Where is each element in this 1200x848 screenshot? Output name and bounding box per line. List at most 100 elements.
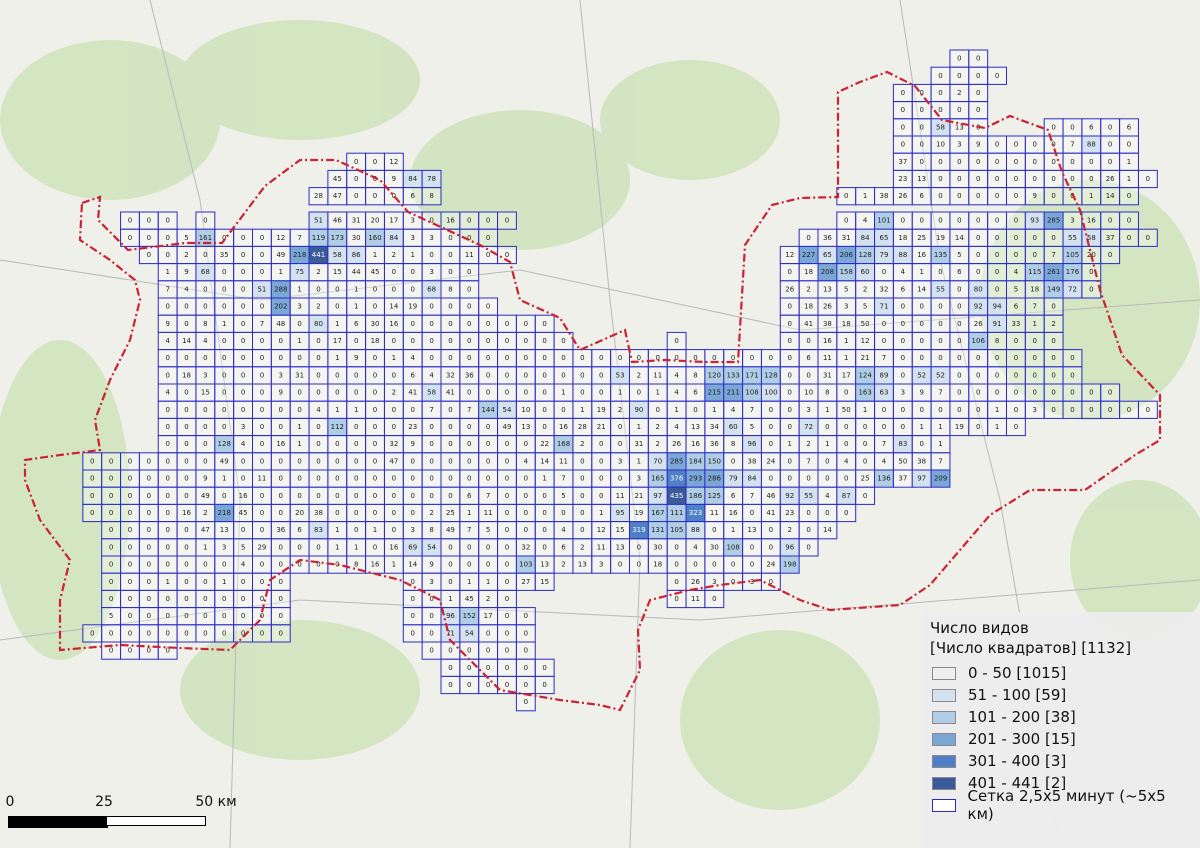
grid-cell[interactable]: 4 (817, 486, 838, 505)
grid-cell[interactable]: 124 (855, 366, 876, 385)
grid-cell[interactable]: 0 (1006, 135, 1026, 154)
grid-cell[interactable]: 7 (742, 400, 762, 419)
grid-cell[interactable]: 37 (892, 469, 913, 488)
grid-cell[interactable]: 60 (723, 417, 744, 437)
grid-cell[interactable]: 0 (176, 297, 197, 316)
grid-cell[interactable]: 1 (930, 417, 951, 437)
grid-cell[interactable]: 2 (176, 245, 197, 265)
grid-cell[interactable]: 1 (610, 383, 631, 402)
grid-cell[interactable]: 0 (138, 624, 159, 643)
grid-cell[interactable]: 9 (157, 314, 178, 333)
grid-cell[interactable]: 0 (742, 349, 762, 368)
grid-cell[interactable]: 0 (365, 435, 385, 454)
grid-cell[interactable]: 1 (1081, 187, 1102, 206)
grid-cell[interactable]: 0 (82, 503, 103, 523)
grid-cell[interactable]: 0 (421, 349, 442, 368)
grid-cell[interactable]: 0 (120, 452, 140, 471)
grid-cell[interactable]: 0 (798, 366, 819, 385)
grid-cell[interactable]: 0 (402, 452, 423, 471)
grid-cell[interactable]: 0 (421, 641, 442, 660)
grid-cell[interactable]: 13 (685, 417, 706, 437)
grid-cell[interactable]: 1 (987, 400, 1008, 419)
grid-cell[interactable]: 1 (383, 349, 404, 368)
grid-cell[interactable]: 7 (157, 280, 178, 299)
grid-cell[interactable]: 15 (195, 383, 216, 402)
grid-cell[interactable]: 0 (798, 538, 819, 557)
grid-cell[interactable]: 0 (666, 349, 687, 368)
grid-cell[interactable]: 0 (157, 607, 178, 626)
grid-cell[interactable]: 0 (1006, 228, 1026, 247)
grid-cell[interactable]: 0 (1006, 366, 1026, 385)
grid-cell[interactable]: 0 (892, 83, 913, 103)
grid-cell[interactable]: 14 (949, 228, 970, 247)
grid-cell[interactable]: 0 (949, 101, 970, 120)
grid-cell[interactable]: 0 (478, 366, 499, 385)
grid-cell[interactable]: 0 (930, 152, 951, 171)
grid-cell[interactable]: 218 (289, 245, 310, 265)
grid-cell[interactable]: 3 (233, 417, 253, 437)
grid-cell[interactable]: 0 (459, 263, 480, 282)
grid-cell[interactable]: 29 (252, 538, 272, 557)
grid-cell[interactable]: 0 (459, 211, 480, 230)
grid-cell[interactable]: 0 (289, 469, 310, 488)
grid-cell[interactable]: 12 (383, 152, 404, 171)
grid-cell[interactable]: 0 (704, 521, 725, 540)
grid-cell[interactable]: 1 (327, 400, 348, 419)
grid-cell[interactable]: 0 (459, 675, 480, 695)
grid-cell[interactable]: 1 (591, 503, 612, 523)
grid-cell[interactable]: 125 (704, 486, 725, 505)
grid-cell[interactable]: 38 (742, 452, 762, 471)
grid-cell[interactable]: 0 (1062, 118, 1083, 137)
grid-cell[interactable]: 0 (742, 503, 762, 523)
grid-cell[interactable]: 152 (459, 607, 480, 626)
grid-cell[interactable]: 0 (1137, 169, 1158, 189)
grid-cell[interactable]: 3 (892, 383, 913, 402)
grid-cell[interactable]: 0 (723, 452, 744, 471)
grid-cell[interactable]: 0 (157, 624, 178, 643)
grid-cell[interactable]: 0 (1006, 417, 1026, 437)
grid-cell[interactable]: 0 (760, 349, 781, 368)
grid-cell[interactable]: 0 (779, 263, 800, 282)
grid-cell[interactable]: 1 (836, 349, 857, 368)
grid-cell[interactable]: 293 (685, 469, 706, 488)
grid-cell[interactable]: 0 (892, 349, 913, 368)
grid-cell[interactable]: 2 (553, 555, 574, 574)
grid-cell[interactable]: 0 (308, 366, 329, 385)
grid-cell[interactable]: 18 (365, 331, 385, 351)
grid-cell[interactable]: 0 (817, 469, 838, 488)
grid-cell[interactable]: 3 (402, 521, 423, 540)
grid-cell[interactable]: 23 (402, 417, 423, 437)
grid-cell[interactable]: 75 (289, 263, 310, 282)
grid-cell[interactable]: 0 (1100, 152, 1121, 171)
grid-cell[interactable]: 32 (874, 280, 894, 299)
grid-cell[interactable]: 26 (1100, 169, 1121, 189)
grid-cell[interactable]: 49 (214, 452, 235, 471)
grid-cell[interactable]: 0 (101, 555, 122, 574)
grid-cell[interactable]: 7 (459, 400, 480, 419)
grid-cell[interactable]: 0 (610, 435, 631, 454)
grid-cell[interactable]: 4 (195, 331, 216, 351)
grid-cell[interactable]: 0 (421, 314, 442, 333)
grid-cell[interactable]: 11 (478, 503, 499, 523)
grid-cell[interactable]: 45 (365, 263, 385, 282)
grid-cell[interactable]: 0 (1100, 383, 1121, 402)
grid-cell[interactable]: 32 (383, 435, 404, 454)
grid-cell[interactable]: 0 (214, 624, 235, 643)
grid-cell[interactable]: 0 (534, 521, 555, 540)
grid-cell[interactable]: 0 (478, 297, 499, 316)
grid-cell[interactable]: 198 (779, 555, 800, 574)
grid-cell[interactable]: 112 (327, 417, 348, 437)
grid-cell[interactable]: 0 (949, 187, 970, 206)
grid-cell[interactable]: 0 (138, 211, 159, 230)
grid-cell[interactable]: 13 (817, 280, 838, 299)
grid-cell[interactable]: 0 (233, 383, 253, 402)
grid-cell[interactable]: 5 (742, 417, 762, 437)
grid-cell[interactable]: 0 (987, 152, 1008, 171)
grid-cell[interactable]: 1 (195, 538, 216, 557)
grid-cell[interactable]: 0 (497, 435, 517, 454)
grid-cell[interactable]: 0 (836, 417, 857, 437)
grid-cell[interactable]: 0 (252, 503, 272, 523)
grid-cell[interactable]: 2 (572, 538, 593, 557)
grid-cell[interactable]: 1 (327, 314, 348, 333)
grid-cell[interactable]: 50 (892, 452, 913, 471)
